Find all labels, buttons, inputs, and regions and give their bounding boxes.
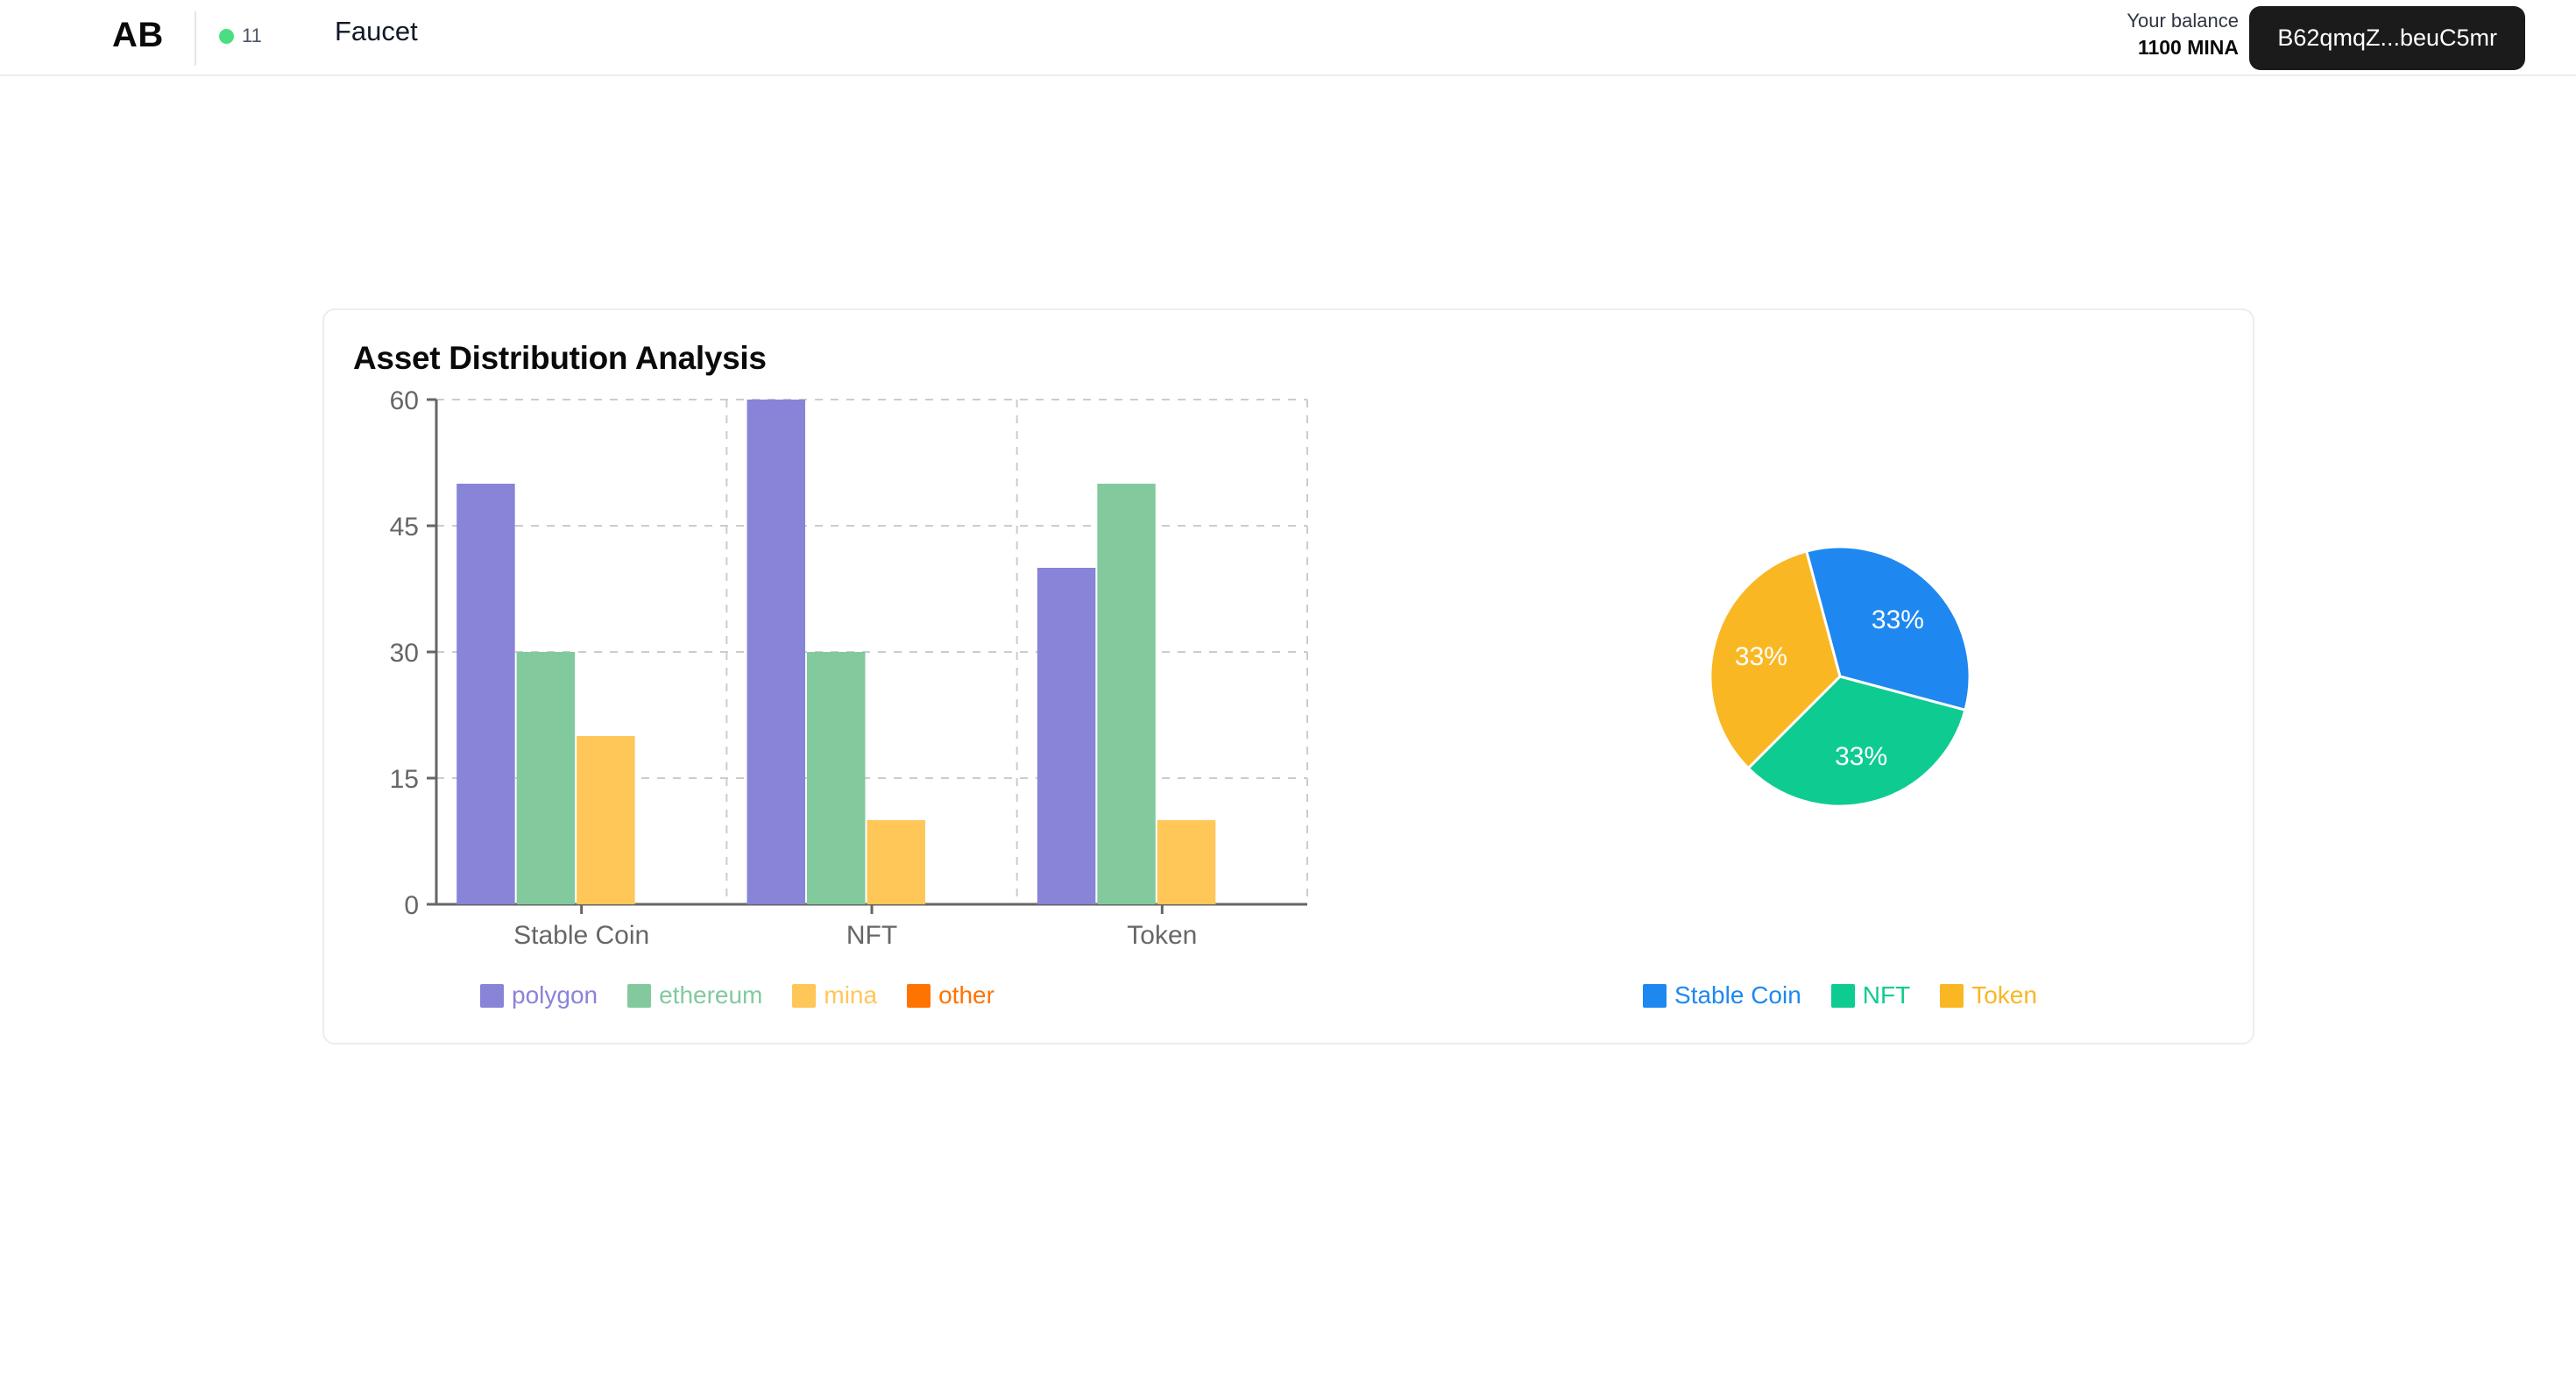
svg-text:NFT: NFT (846, 921, 897, 950)
legend-swatch-icon (792, 983, 817, 1008)
bar-legend-item-ethereum[interactable]: ethereum (627, 981, 762, 1009)
bar-chart[interactable]: 0 15 30 45 60 Stable Coin NFT Token polygon ethe… (349, 387, 1321, 1018)
bar-legend-label: polygon (512, 981, 598, 1009)
header-divider (195, 11, 196, 66)
card-title: Asset Distribution Analysis (353, 340, 767, 376)
bar-chart-svg: 0 15 30 45 60 Stable Coin NFT Token (390, 387, 1308, 950)
svg-text:60: 60 (390, 387, 419, 415)
bar-legend-label: mina (824, 981, 878, 1009)
pie-chart-legend[interactable]: Stable Coin NFT Token (1454, 981, 2226, 1009)
app-header: AB 11 Faucet Your balance 1100 MINA B62q… (0, 0, 2576, 76)
legend-swatch-icon (480, 983, 504, 1008)
svg-text:30: 30 (390, 639, 419, 668)
pie-legend-item-nft[interactable]: NFT (1830, 981, 1911, 1009)
pie-slice-label: 33% (1735, 642, 1787, 671)
balance-label: Your balance (2127, 10, 2239, 32)
legend-swatch-icon (1940, 983, 1964, 1008)
asset-distribution-card: Asset Distribution Analysis 0 15 30 45 60 Sta… (322, 308, 2254, 1045)
network-status-badge[interactable]: 11 (219, 25, 262, 47)
bar-legend-item-other[interactable]: other (907, 981, 994, 1009)
svg-text:Stable Coin: Stable Coin (513, 921, 649, 950)
pie-legend-label: NFT (1862, 981, 1911, 1009)
bar-legend-label: ethereum (659, 981, 763, 1009)
pie-legend-item-token[interactable]: Token (1940, 981, 2037, 1009)
pie-slice-label: 33% (1835, 742, 1887, 771)
bar-legend-item-polygon[interactable]: polygon (480, 981, 598, 1009)
legend-swatch-icon (1643, 983, 1667, 1008)
brand-logo[interactable]: AB (112, 16, 164, 55)
pie-legend-label: Stable Coin (1674, 981, 1801, 1009)
legend-swatch-icon (1830, 983, 1855, 1008)
balance-section: Your balance 1100 MINA (2127, 8, 2239, 61)
svg-text:45: 45 (390, 513, 419, 542)
bar-legend-item-mina[interactable]: mina (792, 981, 877, 1009)
legend-swatch-icon (907, 983, 931, 1008)
network-status-dot-icon (219, 28, 234, 44)
wallet-address-button[interactable]: B62qmqZ...beuC5mr (2249, 6, 2525, 70)
bar-chart-legend[interactable]: polygon ethereum mina other (480, 981, 994, 1009)
balance-value: 1100 MINA (2137, 35, 2239, 59)
pie-chart[interactable]: 33% 33% 33% Stable Coin NFT Token (1454, 387, 2226, 1018)
svg-text:Token: Token (1127, 921, 1197, 950)
legend-swatch-icon (627, 983, 652, 1008)
bar-legend-label: other (938, 981, 994, 1009)
svg-text:0: 0 (404, 891, 419, 920)
pie-chart-svg: 33% 33% 33% (1709, 545, 1971, 808)
network-block-count: 11 (242, 25, 262, 46)
pie-slice-label: 33% (1872, 605, 1924, 634)
pie-legend-label: Token (1971, 981, 2037, 1009)
page-title: Faucet (335, 16, 418, 46)
svg-text:15: 15 (390, 765, 419, 794)
pie-legend-item-stable-coin[interactable]: Stable Coin (1643, 981, 1801, 1009)
